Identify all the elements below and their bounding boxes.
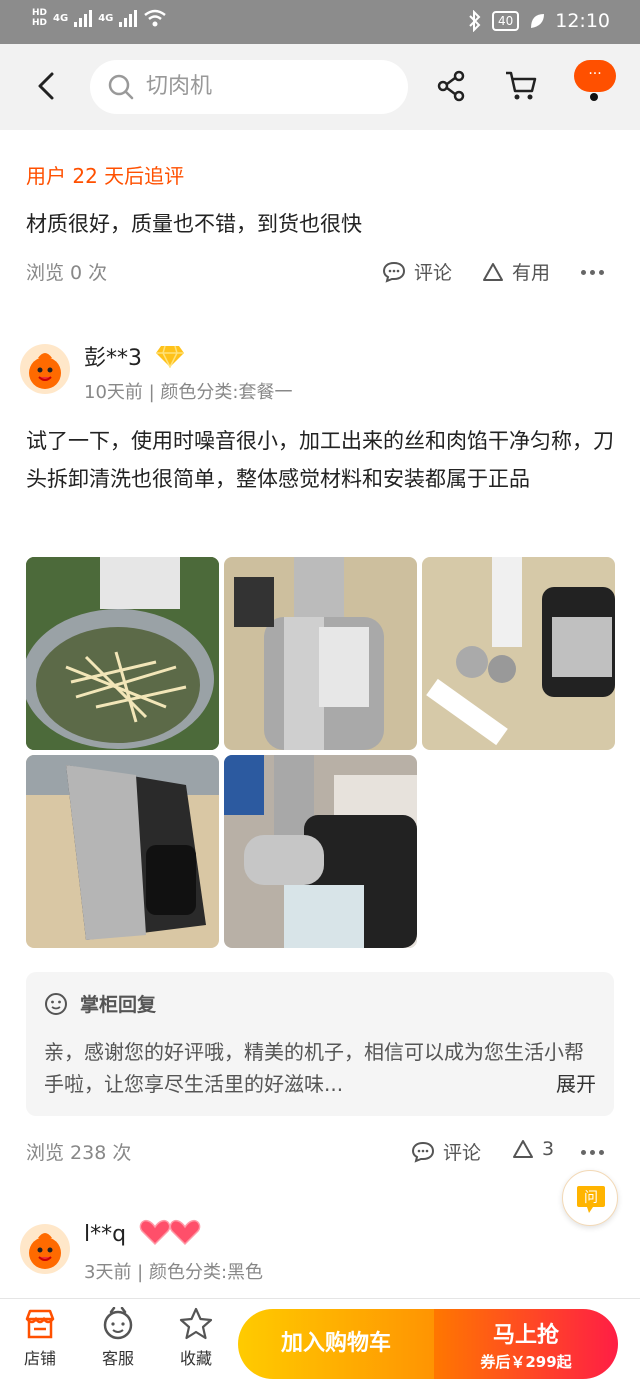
search-icon	[108, 74, 134, 100]
review-photo[interactable]	[26, 755, 219, 948]
store-icon	[25, 1309, 55, 1339]
useful-label: 有用	[512, 262, 551, 284]
status-right: 40 12:10	[468, 10, 610, 32]
triangle-up-icon	[483, 262, 503, 281]
search-query: 切肉机	[146, 74, 213, 99]
wifi-icon	[144, 9, 167, 27]
review-photo[interactable]	[422, 557, 615, 750]
review-photo[interactable]	[224, 755, 417, 948]
signal-icon	[74, 9, 93, 27]
comment-label: 评论	[414, 262, 453, 284]
seller-reply-header: 掌柜回复	[44, 990, 156, 1017]
bluetooth-icon	[469, 10, 481, 32]
clock: 12:10	[555, 10, 610, 32]
signal-icon	[119, 9, 138, 27]
mascot-avatar-icon	[29, 1233, 61, 1269]
followup-text: 材质很好，质量也不错，到货也很快	[26, 212, 362, 236]
reviewer-name: 彭**3	[84, 346, 142, 371]
comment-label: 评论	[443, 1142, 482, 1164]
mascot-avatar-icon	[29, 353, 61, 389]
star-icon	[179, 1307, 213, 1340]
buy-now-button[interactable]: 马上抢 券后￥299起	[434, 1309, 618, 1379]
diamond-badge-icon	[156, 345, 184, 369]
review-photo[interactable]	[26, 557, 219, 750]
seller-reply-text: 亲，感谢您的好评哦，精美的机子，相信可以成为您生活小帮手啦，让您享尽生活里的好滋…	[44, 1040, 584, 1096]
status-bar: HD HD 4G 4G 40 12:10	[0, 0, 640, 44]
hd-label: HD	[32, 8, 48, 18]
service-button[interactable]: 客服	[88, 1307, 148, 1369]
meat-grinder-side-photo	[224, 557, 417, 750]
avatar[interactable]	[20, 344, 70, 394]
review-actions: 浏览 238 次 评论 3	[26, 1138, 614, 1168]
followup-actions: 浏览 0 次 评论 有用	[26, 258, 614, 288]
review-meta: 3天前 | 颜色分类:黑色	[84, 1262, 264, 1283]
network-type-label: 4G	[53, 12, 69, 24]
cart-icon[interactable]	[504, 70, 538, 102]
seller-reply: 掌柜回复 亲，感谢您的好评哦，精美的机子，相信可以成为您生活小帮手啦，让您享尽生…	[26, 972, 614, 1116]
comment-icon	[411, 1141, 435, 1163]
like-count: 3	[542, 1138, 555, 1160]
more-options-icon[interactable]	[581, 270, 604, 275]
back-arrow-icon[interactable]	[30, 68, 66, 104]
search-input[interactable]: 切肉机	[90, 60, 408, 114]
store-button[interactable]: 店铺	[10, 1307, 70, 1369]
followup-title: 用户 22 天后追评	[26, 164, 185, 188]
review-list[interactable]: 用户 22 天后追评 材质很好，质量也不错，到货也很快 浏览 0 次 评论 有用…	[0, 130, 640, 1298]
top-nav-bar: 切肉机 ···	[0, 44, 640, 130]
more-icon[interactable]: ···	[574, 60, 616, 92]
review-text: 试了一下，使用时噪音很小，加工出来的丝和肉馅干净匀称，刀头拆卸清洗也很简单，整体…	[26, 429, 614, 491]
avatar[interactable]	[20, 1224, 70, 1274]
expand-button[interactable]: 展开	[546, 1068, 596, 1100]
hd-label: HD	[32, 18, 48, 28]
useful-button[interactable]: 3	[512, 1138, 554, 1160]
view-count: 浏览 0 次	[26, 262, 108, 284]
coupon-price: 券后￥299起	[480, 1353, 572, 1371]
add-to-cart-button[interactable]: 加入购物车	[238, 1309, 434, 1379]
question-bubble-icon: 问	[577, 1186, 605, 1213]
store-label: 店铺	[23, 1349, 56, 1368]
comment-button[interactable]: 评论	[382, 258, 452, 285]
smiley-icon	[45, 992, 67, 1015]
comment-button[interactable]: 评论	[411, 1138, 481, 1165]
bottom-action-bar: 店铺 客服 收藏 加入购物车 马上抢 券后￥299起	[0, 1298, 640, 1386]
more-options-icon[interactable]	[581, 1150, 604, 1155]
service-label: 客服	[101, 1349, 134, 1368]
grinder-parts-photo	[422, 557, 615, 750]
reviewer-name-row: l**q	[84, 1218, 201, 1247]
notification-dot	[590, 93, 598, 101]
reviewer-name: l**q	[84, 1222, 127, 1247]
ask-button[interactable]: 问	[562, 1170, 618, 1226]
grinder-on-counter-photo	[224, 755, 417, 948]
shredded-potato-photo	[26, 557, 219, 750]
buy-now-label: 马上抢	[492, 1323, 559, 1348]
network-indicators: HD HD 4G 4G	[32, 8, 167, 28]
leaf-icon	[531, 14, 545, 28]
reviewer-name-row: 彭**3	[84, 340, 185, 372]
customer-service-icon	[103, 1307, 133, 1340]
grinder-body-photo	[26, 755, 219, 948]
favorite-label: 收藏	[179, 1349, 212, 1368]
comment-icon	[382, 261, 406, 283]
view-count: 浏览 238 次	[26, 1142, 132, 1164]
heart-badge-icon	[139, 1219, 201, 1246]
seller-reply-title: 掌柜回复	[80, 994, 157, 1016]
triangle-up-icon	[513, 1140, 533, 1158]
review-meta: 10天前 | 颜色分类:套餐一	[84, 382, 293, 403]
network-type-label: 4G	[98, 12, 114, 24]
share-icon[interactable]	[436, 70, 466, 102]
review-photo[interactable]	[224, 557, 417, 750]
useful-button[interactable]: 有用	[482, 258, 550, 285]
ask-label: 问	[584, 1190, 598, 1206]
battery-icon: 40	[491, 11, 520, 31]
favorite-button[interactable]: 收藏	[166, 1307, 226, 1369]
